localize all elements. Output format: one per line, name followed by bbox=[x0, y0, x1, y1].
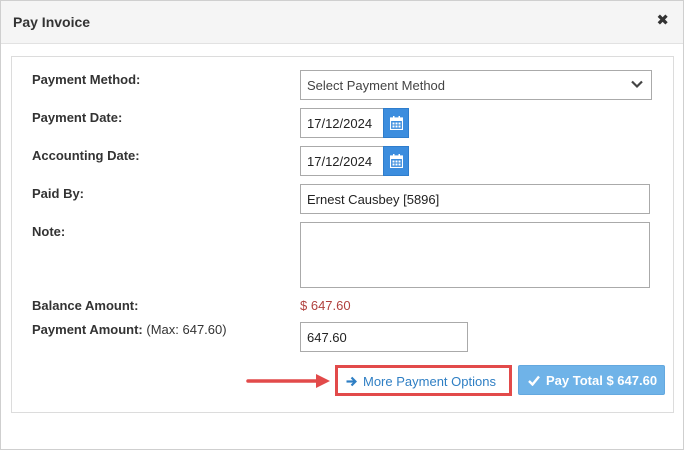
balance-amount-label: Balance Amount: bbox=[32, 298, 139, 313]
paid-by-label: Paid By: bbox=[32, 186, 85, 201]
note-label: Note: bbox=[32, 224, 66, 239]
payment-amount-label: Payment Amount: (Max: 647.60) bbox=[32, 322, 227, 337]
more-payment-options-button[interactable]: More Payment Options bbox=[335, 365, 512, 396]
more-payment-options-label: More Payment Options bbox=[363, 374, 496, 389]
accounting-date-calendar-button[interactable] bbox=[383, 146, 409, 176]
payment-form-panel: Payment Method: Select Payment Method Pa… bbox=[11, 56, 674, 413]
payment-method-selected-value: Select Payment Method bbox=[307, 78, 446, 93]
payment-date-calendar-button[interactable] bbox=[383, 108, 409, 138]
payment-date-input[interactable]: 17/12/2024 bbox=[300, 108, 384, 138]
annotation-arrow-icon bbox=[246, 374, 330, 388]
accounting-date-label: Accounting Date: bbox=[32, 148, 140, 163]
payment-amount-label-text: Payment Amount: bbox=[32, 322, 143, 337]
calendar-icon bbox=[390, 116, 403, 130]
arrow-right-icon bbox=[346, 376, 358, 387]
paid-by-input[interactable]: Ernest Causbey [5896] bbox=[300, 184, 650, 214]
chevron-down-icon bbox=[631, 80, 643, 89]
checkmark-icon bbox=[528, 375, 540, 387]
payment-amount-input[interactable]: 647.60 bbox=[300, 322, 468, 352]
balance-amount-value: $ 647.60 bbox=[300, 298, 351, 313]
accounting-date-input[interactable]: 17/12/2024 bbox=[300, 146, 384, 176]
modal-title: Pay Invoice bbox=[13, 14, 91, 30]
pay-total-label: Pay Total $ 647.60 bbox=[546, 373, 658, 388]
note-textarea[interactable] bbox=[300, 222, 650, 288]
payment-amount-max-hint: (Max: 647.60) bbox=[146, 322, 227, 337]
payment-method-label: Payment Method: bbox=[32, 72, 141, 87]
close-icon[interactable]: ✖ bbox=[656, 12, 669, 30]
payment-date-label: Payment Date: bbox=[32, 110, 123, 125]
payment-method-select[interactable]: Select Payment Method bbox=[300, 70, 652, 100]
pay-invoice-modal: Pay Invoice ✖ Payment Method: Select Pay… bbox=[0, 0, 684, 450]
pay-total-button[interactable]: Pay Total $ 647.60 bbox=[518, 365, 665, 395]
calendar-icon bbox=[390, 154, 403, 168]
modal-header: Pay Invoice ✖ bbox=[1, 1, 683, 44]
